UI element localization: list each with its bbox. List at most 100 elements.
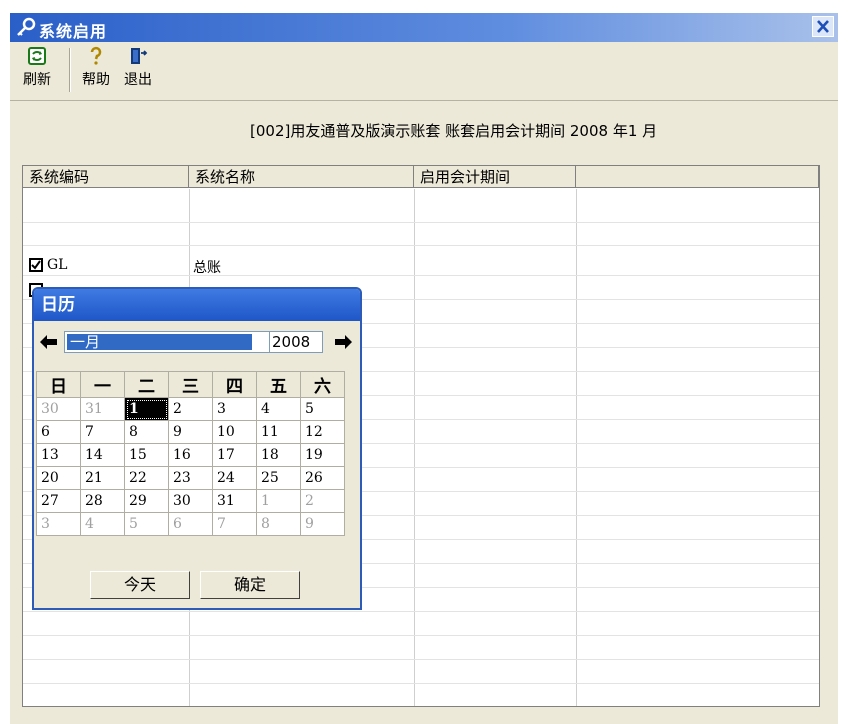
day-cell[interactable]: 20: [36, 466, 81, 490]
account-period-info: [002]用友通普及版演示账套 账套启用会计期间 2008 年1 月: [250, 122, 658, 140]
week-row: 3 4 5 6 7 8 9: [36, 512, 345, 536]
column-header-period[interactable]: 启用会计期间: [414, 166, 576, 188]
exit-door-icon: [131, 48, 148, 64]
year-input[interactable]: 2008: [269, 331, 323, 353]
week-row: 13 14 15 16 17 18 19: [36, 443, 345, 467]
day-cell[interactable]: 14: [80, 443, 125, 467]
day-cell[interactable]: 4: [80, 512, 125, 536]
weekday-header-row: 日 一 二 三 四 五 六: [36, 371, 345, 398]
help-label: 帮助: [82, 72, 110, 88]
day-cell[interactable]: 30: [36, 397, 81, 421]
day-cell[interactable]: 12: [300, 420, 345, 444]
day-cell[interactable]: 21: [80, 466, 125, 490]
column-header-blank: [576, 166, 819, 188]
day-cell[interactable]: 2: [168, 397, 213, 421]
weekday-tue: 二: [124, 371, 169, 398]
row-line: [23, 635, 819, 636]
calendar-popup: 日历 一月 2008 日 一 二 三 四 五 六 30 31 1 2 3 4 5…: [32, 287, 362, 610]
column-header-code[interactable]: 系统编码: [23, 166, 189, 188]
day-cell[interactable]: 7: [212, 512, 257, 536]
column-header-name[interactable]: 系统名称: [189, 166, 414, 188]
calendar-title: 日历: [34, 289, 360, 321]
refresh-icon: [28, 47, 46, 65]
day-cell[interactable]: 11: [256, 420, 301, 444]
day-cell[interactable]: 17: [212, 443, 257, 467]
confirm-button[interactable]: 确定: [200, 571, 300, 599]
month-value: 一月: [67, 334, 252, 350]
day-cell[interactable]: 19: [300, 443, 345, 467]
day-cell[interactable]: 31: [212, 489, 257, 513]
title-bar: 系统启用: [10, 13, 838, 42]
day-cell[interactable]: 4: [256, 397, 301, 421]
key-icon: [17, 17, 36, 36]
day-cell[interactable]: 9: [168, 420, 213, 444]
day-cell-selected[interactable]: 1: [124, 397, 169, 421]
day-cell[interactable]: 27: [36, 489, 81, 513]
day-cell[interactable]: 3: [212, 397, 257, 421]
weekday-thu: 四: [212, 371, 257, 398]
day-cell[interactable]: 18: [256, 443, 301, 467]
day-cell[interactable]: 1: [256, 489, 301, 513]
day-cell[interactable]: 29: [124, 489, 169, 513]
row-line: [23, 683, 819, 684]
weekday-sun: 日: [36, 371, 81, 398]
day-cell[interactable]: 3: [36, 512, 81, 536]
exit-button[interactable]: 退出: [118, 46, 158, 89]
refresh-label: 刷新: [23, 72, 51, 88]
day-cell[interactable]: 6: [36, 420, 81, 444]
day-cell[interactable]: 24: [212, 466, 257, 490]
exit-label: 退出: [124, 72, 152, 88]
calendar-day-grid: 日 一 二 三 四 五 六 30 31 1 2 3 4 5 6 7 8 9 10…: [36, 371, 345, 536]
column-divider: [414, 189, 415, 706]
day-cell[interactable]: 5: [124, 512, 169, 536]
toolbar: 刷新 帮助 退出: [10, 42, 838, 101]
close-button[interactable]: [812, 16, 834, 37]
week-row: 27 28 29 30 31 1 2: [36, 489, 345, 513]
row-line: [23, 222, 819, 223]
day-cell[interactable]: 8: [124, 420, 169, 444]
help-button[interactable]: 帮助: [76, 46, 116, 89]
toolbar-separator: [69, 48, 71, 92]
day-cell[interactable]: 23: [168, 466, 213, 490]
day-cell[interactable]: 22: [124, 466, 169, 490]
gl-name: 总账: [193, 260, 221, 276]
week-row: 6 7 8 9 10 11 12: [36, 420, 345, 444]
day-cell[interactable]: 13: [36, 443, 81, 467]
close-icon: [817, 20, 829, 33]
row-line: [23, 611, 819, 612]
weekday-sat: 六: [300, 371, 345, 398]
month-select[interactable]: 一月: [64, 331, 289, 353]
day-cell[interactable]: 9: [300, 512, 345, 536]
day-cell[interactable]: 2: [300, 489, 345, 513]
prev-month-arrow-icon[interactable]: [38, 331, 60, 353]
gl-code: GL: [47, 257, 68, 273]
help-icon: [90, 46, 102, 65]
gl-enable-checkbox[interactable]: [29, 258, 43, 272]
day-cell[interactable]: 7: [80, 420, 125, 444]
weekday-mon: 一: [80, 371, 125, 398]
row-line: [23, 245, 819, 246]
day-cell[interactable]: 10: [212, 420, 257, 444]
today-button[interactable]: 今天: [90, 571, 190, 599]
week-row: 20 21 22 23 24 25 26: [36, 466, 345, 490]
window-title: 系统启用: [39, 22, 108, 41]
day-cell[interactable]: 6: [168, 512, 213, 536]
day-cell[interactable]: 8: [256, 512, 301, 536]
weekday-fri: 五: [256, 371, 301, 398]
day-cell[interactable]: 25: [256, 466, 301, 490]
day-cell[interactable]: 26: [300, 466, 345, 490]
row-line: [23, 275, 819, 276]
row-line: [23, 659, 819, 660]
day-cell[interactable]: 5: [300, 397, 345, 421]
refresh-button[interactable]: 刷新: [14, 46, 60, 89]
day-cell[interactable]: 16: [168, 443, 213, 467]
column-divider: [576, 189, 577, 706]
day-cell[interactable]: 15: [124, 443, 169, 467]
weekday-wed: 三: [168, 371, 213, 398]
day-cell[interactable]: 30: [168, 489, 213, 513]
day-cell[interactable]: 28: [80, 489, 125, 513]
day-cell[interactable]: 31: [80, 397, 125, 421]
week-row: 30 31 1 2 3 4 5: [36, 397, 345, 421]
next-month-arrow-icon[interactable]: [332, 331, 354, 353]
check-icon: [31, 260, 41, 270]
